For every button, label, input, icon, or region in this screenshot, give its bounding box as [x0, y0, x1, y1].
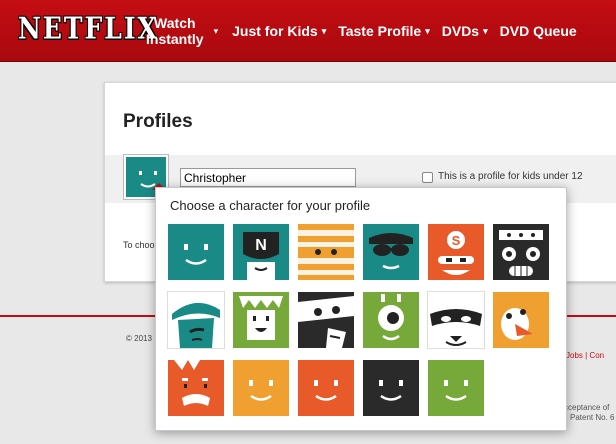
character-option-robot[interactable] [493, 224, 549, 280]
nav-label: DVD Queue [499, 23, 577, 39]
copyright-text: © 2013 [126, 334, 152, 343]
nav-just-for-kids[interactable]: Just for Kids ▾ [226, 23, 332, 39]
character-option-s-hero[interactable]: S [428, 224, 484, 280]
character-option-green-kid[interactable] [233, 292, 289, 348]
nav-dvds[interactable]: DVDs ▾ [436, 23, 494, 39]
page-title: Profiles [123, 111, 193, 132]
character-option-black-smile[interactable] [363, 360, 419, 416]
main-nav: Watch Instantly ▾ Just for Kids ▾ Taste … [140, 0, 583, 62]
character-option-penguin[interactable] [493, 292, 549, 348]
netflix-logo[interactable]: NETFLIX [18, 11, 159, 46]
footer-patent-text: Patent No. 6 [570, 413, 615, 422]
character-option-cyclops[interactable] [363, 292, 419, 348]
penguin-icon [501, 308, 533, 340]
orange-smile-icon [249, 380, 273, 401]
green-smile-icon [444, 380, 468, 401]
kids-profile-checkbox[interactable] [422, 172, 433, 183]
s-hero-icon: S [438, 231, 474, 275]
nav-taste-profile[interactable]: Taste Profile ▾ [332, 23, 436, 39]
aviator-icon [369, 233, 413, 270]
character-option-hat-lady[interactable] [167, 291, 225, 349]
robot-icon [499, 230, 543, 276]
character-option-green-smile[interactable] [428, 360, 484, 416]
kids-profile-label: This is a profile for kids under 12 [438, 171, 583, 182]
svg-text:S: S [452, 233, 461, 248]
character-option-aviator[interactable] [363, 224, 419, 280]
hat-lady-icon [172, 302, 220, 348]
character-option-n-hero[interactable]: N [233, 224, 289, 280]
nav-watch-line2: Instantly [146, 31, 204, 47]
character-option-red-smile[interactable] [298, 360, 354, 416]
choose-hint-text: To choo [123, 240, 155, 250]
character-option-red-grump[interactable] [168, 360, 224, 416]
masked-dog-icon [430, 309, 482, 346]
nav-watch-instantly[interactable]: Watch Instantly [140, 15, 214, 47]
character-option-bandit[interactable] [298, 292, 354, 348]
cyclops-icon [378, 294, 404, 341]
svg-text:N: N [255, 237, 267, 254]
character-option-teal-smile[interactable] [168, 224, 224, 280]
popup-title: Choose a character for your profile [170, 198, 371, 213]
mummy-icon [298, 230, 354, 275]
top-nav-bar: NETFLIX Watch Instantly ▾ Just for Kids … [0, 0, 616, 62]
nav-dvd-queue[interactable]: DVD Queue [494, 23, 583, 39]
chevron-down-icon: ▾ [425, 25, 430, 36]
n-hero-icon: N [243, 232, 279, 280]
character-option-mummy[interactable] [298, 224, 354, 280]
footer-links[interactable]: Jobs | Con [566, 351, 604, 360]
bandit-icon [298, 296, 354, 348]
red-grump-icon [174, 360, 210, 406]
character-option-orange-smile[interactable] [233, 360, 289, 416]
nav-label: Taste Profile [338, 23, 422, 39]
character-grid: NS [167, 224, 549, 416]
red-smile-icon [314, 380, 338, 401]
nav-watch-line1: Watch [154, 15, 196, 31]
chevron-down-icon: ▾ [321, 25, 327, 36]
character-option-masked-dog[interactable] [427, 291, 485, 349]
footer-legal-text: cceptance of [564, 403, 610, 412]
chevron-down-icon: ▾ [483, 25, 488, 36]
green-kid-icon [239, 296, 283, 340]
nav-label: DVDs [441, 23, 480, 39]
profile-name-field[interactable] [180, 168, 356, 187]
nav-label: Just for Kids [232, 23, 318, 39]
black-smile-icon [379, 380, 403, 401]
chevron-down-icon[interactable]: ▾ [214, 26, 227, 37]
teal-smile-icon [184, 244, 208, 265]
character-picker-popup: Choose a character for your profile NS [155, 187, 567, 431]
